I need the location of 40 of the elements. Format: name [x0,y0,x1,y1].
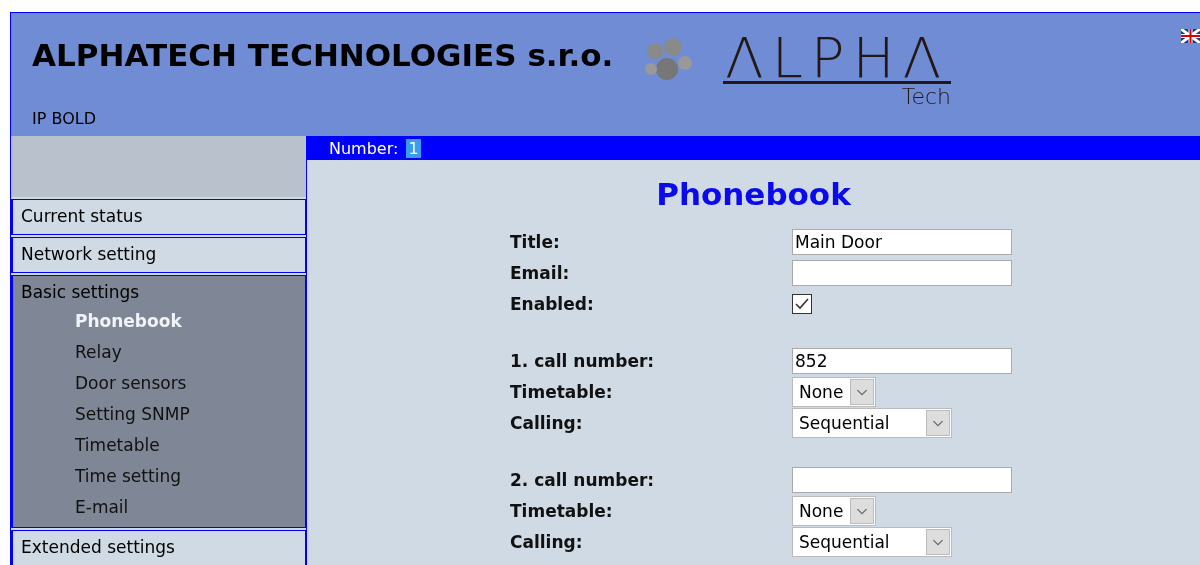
device-name: IP BOLD [32,109,97,128]
logo-text: ΛLPHΛ [723,35,952,84]
flag-icon[interactable] [1181,29,1200,43]
text-field[interactable]: Main Door [792,228,1012,255]
sidebar-subitem[interactable]: Door sensors [21,368,187,399]
sidebar-subitem[interactable]: Time setting [21,461,181,492]
sidebar-item[interactable]: Network setting [11,237,306,273]
number-value: 1 [406,138,421,158]
checkbox[interactable] [792,293,812,314]
field-label: Timetable: [510,500,614,521]
company-name: ALPHATECH TECHNOLOGIES s.r.o. [32,37,614,73]
field-label: 1. call number: [510,350,656,371]
sidebar-subitem[interactable]: Relay [21,337,122,368]
sidebar-subitem[interactable]: Timetable [21,430,160,461]
field-label: Enabled: [510,293,595,314]
field-label: Email: [510,262,571,283]
logo-subtitle: Tech [901,84,952,109]
chevron-down-icon [926,409,950,436]
chevron-down-icon [850,497,874,524]
field-label: Title: [510,231,561,252]
number-label: Number: [329,138,399,158]
dropdown[interactable]: Sequential [792,407,952,438]
text-field[interactable]: 852 [792,347,1012,374]
dropdown[interactable]: Sequential [792,526,952,557]
sidebar-item[interactable]: Basic settings Phonebook Relay Door sensors Setting SNMP Timetable Time setting E-mail [11,275,306,528]
dropdown[interactable]: None [792,495,876,526]
chevron-down-icon [850,378,874,405]
field-label: Timetable: [510,381,614,402]
sidebar-subitem[interactable]: Setting SNMP [21,399,190,430]
field-label: Calling: [510,531,584,552]
chevron-down-icon [926,528,950,555]
text-field[interactable] [792,466,1012,493]
field-label: 2. call number: [510,469,656,490]
field-label: Calling: [510,412,584,433]
sidebar-item[interactable]: Current status [11,199,306,235]
page-title: Phonebook [655,176,852,212]
sidebar-subitem[interactable]: E-mail [21,492,129,523]
sidebar-item[interactable]: Extended settings [11,530,306,565]
text-field[interactable] [792,259,1012,286]
dropdown[interactable]: None [792,376,876,407]
